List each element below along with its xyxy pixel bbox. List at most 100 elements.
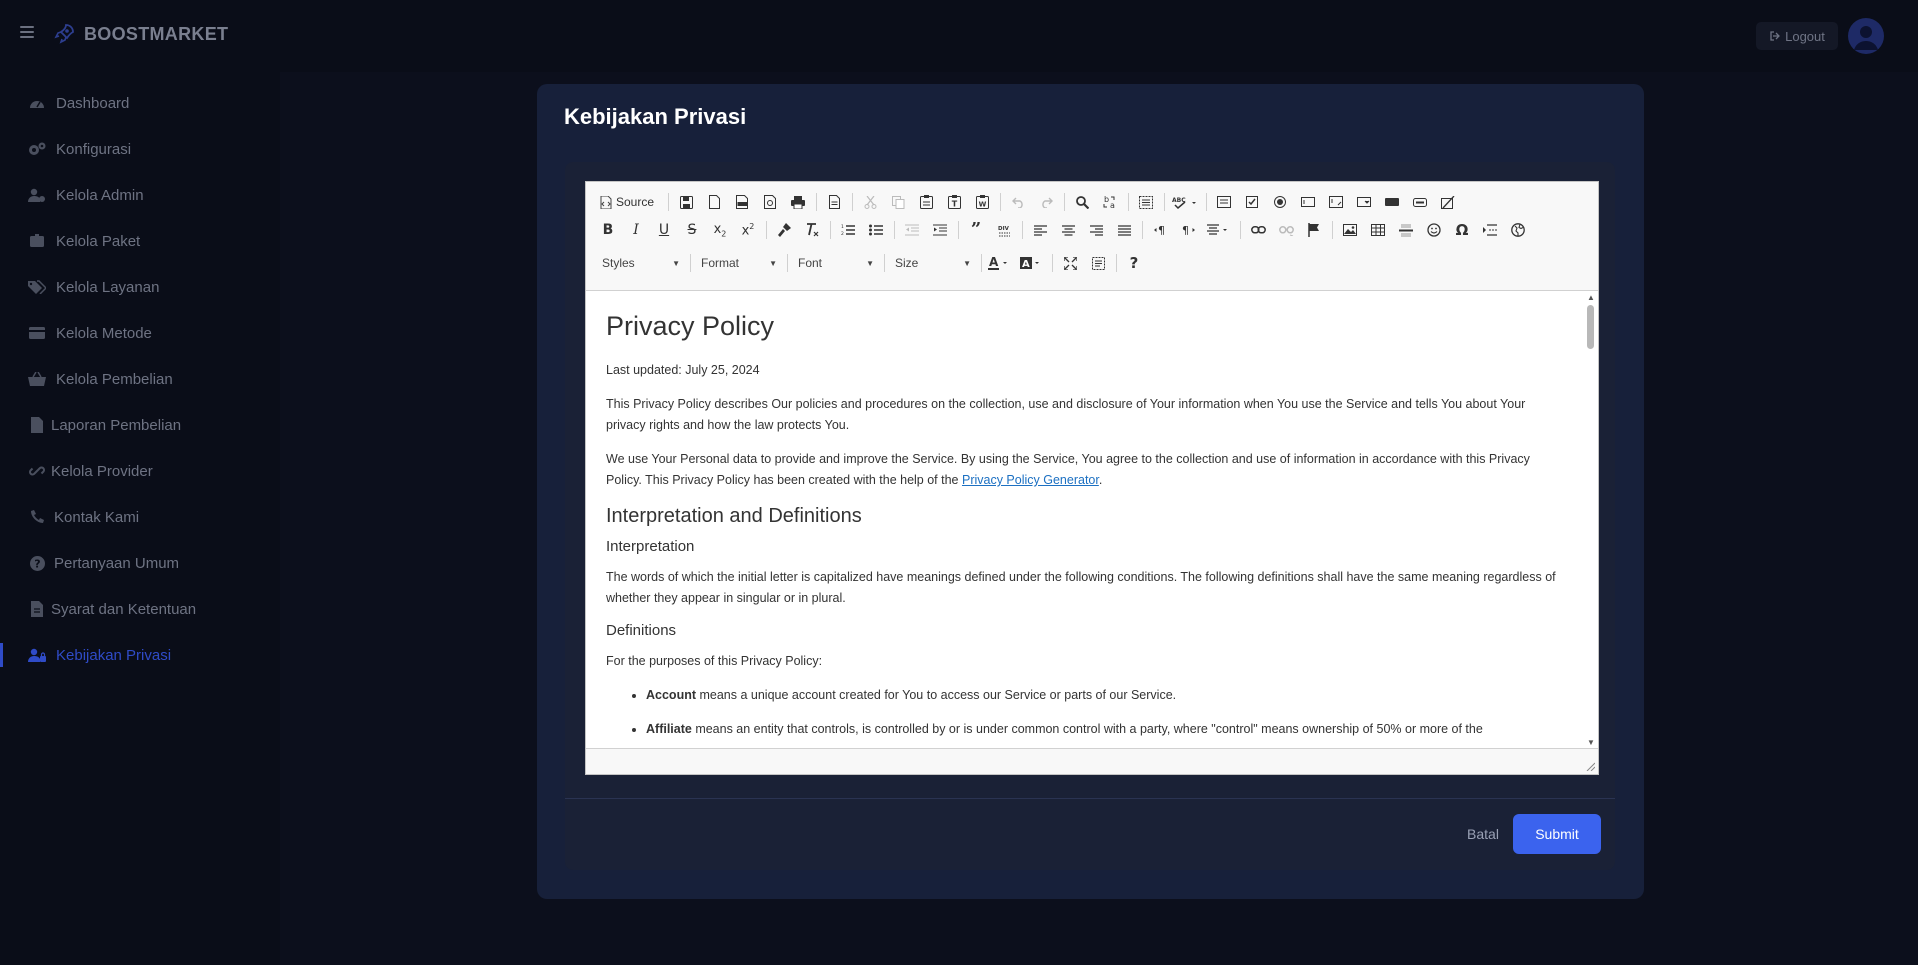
sidebar-item-kelola-pembelian[interactable]: Kelola Pembelian	[0, 359, 280, 399]
italic-button[interactable]: I	[624, 218, 648, 242]
justify-button[interactable]	[1112, 218, 1136, 242]
background-color-button[interactable]: A	[1018, 251, 1046, 275]
menu-toggle-icon[interactable]	[20, 26, 34, 38]
resize-handle-icon[interactable]	[1585, 761, 1595, 771]
undo-button[interactable]	[1006, 190, 1030, 214]
scroll-down-icon[interactable]: ▼	[1586, 738, 1596, 748]
editor-scrollbar[interactable]: ▲ ▼	[1584, 291, 1598, 750]
select-field-button[interactable]	[1352, 190, 1376, 214]
sidebar-item-konfigurasi[interactable]: Konfigurasi	[0, 129, 280, 169]
image-button-insert-button[interactable]	[1408, 190, 1432, 214]
blockquote-button[interactable]: ”	[964, 218, 988, 242]
ltr-button[interactable]: ¶	[1148, 218, 1172, 242]
table-button[interactable]	[1366, 218, 1390, 242]
iframe-button[interactable]	[1506, 218, 1530, 242]
scroll-up-icon[interactable]: ▲	[1586, 293, 1596, 303]
paste-word-button[interactable]: W	[970, 190, 994, 214]
indent-button[interactable]	[928, 218, 952, 242]
underline-button[interactable]: U	[652, 218, 676, 242]
sidebar-item-kelola-admin[interactable]: Kelola Admin	[0, 175, 280, 215]
sidebar-item-dashboard[interactable]: Dashboard	[0, 83, 280, 123]
sidebar-item-pertanyaan-umum[interactable]: ? Pertanyaan Umum	[0, 543, 280, 583]
templates-button[interactable]	[822, 190, 846, 214]
textfield-button[interactable]	[1296, 190, 1320, 214]
export-pdf-button[interactable]	[730, 190, 754, 214]
logout-button[interactable]: Logout	[1756, 22, 1838, 50]
numbered-list-button[interactable]: 12	[836, 218, 860, 242]
user-avatar[interactable]	[1848, 18, 1884, 54]
replace-button[interactable]: ba	[1098, 190, 1122, 214]
sidebar-item-kelola-paket[interactable]: Kelola Paket	[0, 221, 280, 261]
sidebar-item-kelola-layanan[interactable]: Kelola Layanan	[0, 267, 280, 307]
copy-format-button[interactable]	[772, 218, 796, 242]
align-right-button[interactable]	[1084, 218, 1108, 242]
copy-button[interactable]	[886, 190, 910, 214]
link-button[interactable]	[1246, 218, 1270, 242]
sidebar-item-kelola-metode[interactable]: Kelola Metode	[0, 313, 280, 353]
button-insert-button[interactable]	[1380, 190, 1404, 214]
subscript-button[interactable]: x2	[708, 218, 732, 242]
sidebar-item-label: Kelola Pembelian	[56, 370, 173, 388]
page-break-button[interactable]	[1478, 218, 1502, 242]
editor-content-area[interactable]: Privacy Policy Last updated: July 25, 20…	[586, 291, 1598, 750]
doc-paragraph: For the purposes of this Privacy Policy:	[606, 654, 823, 668]
horizontal-rule-button[interactable]	[1394, 218, 1418, 242]
cancel-button[interactable]: Batal	[1455, 822, 1511, 846]
checkbox-button[interactable]	[1240, 190, 1264, 214]
brand[interactable]: BOOSTMARKET	[52, 22, 228, 46]
paste-text-button[interactable]: T	[942, 190, 966, 214]
find-button[interactable]	[1070, 190, 1094, 214]
maximize-button[interactable]	[1058, 251, 1082, 275]
sidebar-item-laporan-pembelian[interactable]: Laporan Pembelian	[0, 405, 280, 445]
unlink-button[interactable]	[1274, 218, 1298, 242]
superscript-button[interactable]: x2	[736, 218, 760, 242]
show-blocks-button[interactable]	[1086, 251, 1110, 275]
align-center-button[interactable]	[1056, 218, 1080, 242]
submit-button[interactable]: Submit	[1513, 814, 1601, 854]
select-all-button[interactable]	[1134, 190, 1158, 214]
source-button[interactable]: Source	[596, 195, 658, 209]
special-char-button[interactable]: Ω	[1450, 218, 1474, 242]
outdent-button[interactable]	[900, 218, 924, 242]
strike-button[interactable]: S	[680, 218, 704, 242]
cut-button[interactable]	[858, 190, 882, 214]
radio-button[interactable]	[1268, 190, 1292, 214]
smiley-button[interactable]	[1422, 218, 1446, 242]
spellcheck-button[interactable]: ABC	[1170, 190, 1200, 214]
bulleted-list-button[interactable]	[864, 218, 888, 242]
image-button[interactable]	[1338, 218, 1362, 242]
form-button[interactable]	[1212, 190, 1236, 214]
svg-text:T: T	[951, 200, 957, 209]
chevron-down-icon: ▼	[769, 258, 777, 268]
rtl-button[interactable]: ¶	[1176, 218, 1200, 242]
redo-button[interactable]	[1034, 190, 1058, 214]
svg-text:DIV: DIV	[998, 226, 1010, 232]
language-button[interactable]	[1204, 218, 1234, 242]
sidebar-item-kontak-kami[interactable]: Kontak Kami	[0, 497, 280, 537]
privacy-policy-generator-link[interactable]: Privacy Policy Generator	[962, 473, 1099, 487]
format-dropdown[interactable]: Format ▼	[695, 252, 783, 274]
toolbar-separator	[816, 193, 818, 211]
save-button[interactable]	[674, 190, 698, 214]
scroll-thumb[interactable]	[1587, 305, 1594, 349]
font-dropdown[interactable]: Font ▼	[792, 252, 880, 274]
create-div-button[interactable]: DIV	[992, 218, 1016, 242]
textarea-button[interactable]	[1324, 190, 1348, 214]
print-button[interactable]	[786, 190, 810, 214]
bold-button[interactable]: B	[596, 218, 620, 242]
sidebar-item-kelola-provider[interactable]: Kelola Provider	[0, 451, 280, 491]
preview-button[interactable]	[758, 190, 782, 214]
size-dropdown[interactable]: Size ▼	[889, 252, 977, 274]
indent-icon	[933, 224, 947, 236]
paste-button[interactable]	[914, 190, 938, 214]
styles-dropdown[interactable]: Styles ▼	[596, 252, 686, 274]
align-left-button[interactable]	[1028, 218, 1052, 242]
text-color-button[interactable]: A	[986, 251, 1014, 275]
hidden-field-button[interactable]	[1436, 190, 1460, 214]
about-button[interactable]: ?	[1122, 251, 1146, 275]
remove-format-button[interactable]	[800, 218, 824, 242]
anchor-button[interactable]	[1302, 218, 1326, 242]
sidebar-item-kebijakan-privasi[interactable]: Kebijakan Privasi	[0, 635, 280, 675]
new-page-button[interactable]	[702, 190, 726, 214]
sidebar-item-syarat-dan-ketentuan[interactable]: Syarat dan Ketentuan	[0, 589, 280, 629]
